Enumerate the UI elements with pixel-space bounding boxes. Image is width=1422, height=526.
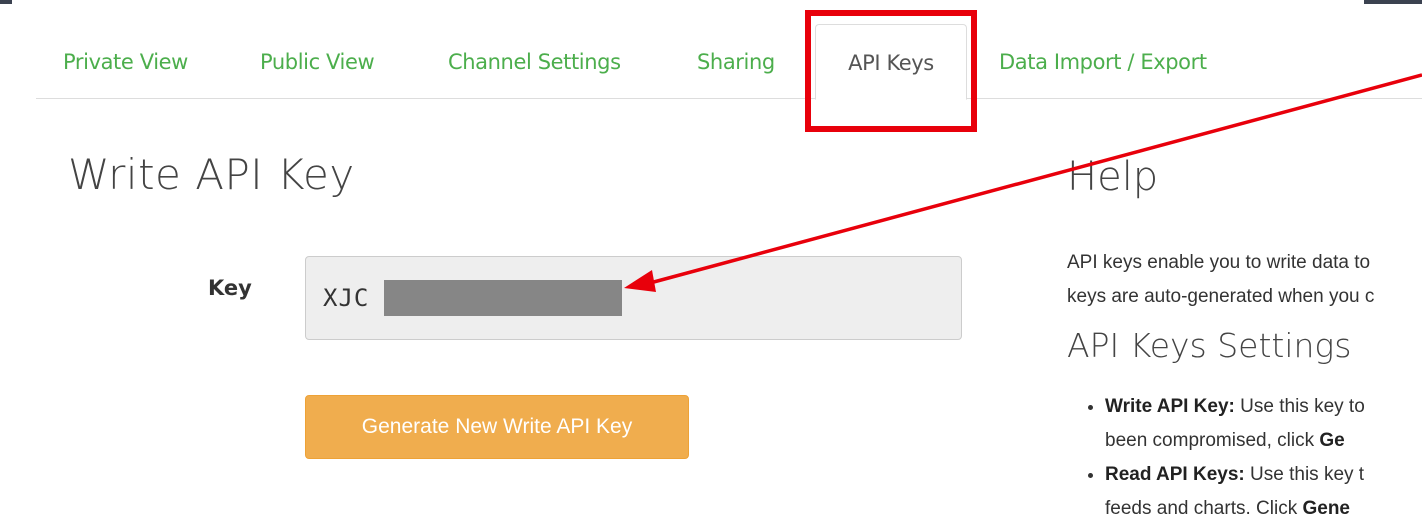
annotation-arrow-head: [624, 270, 656, 292]
annotation-arrow: [624, 73, 1422, 292]
annotation-arrow-line: [649, 73, 1422, 285]
